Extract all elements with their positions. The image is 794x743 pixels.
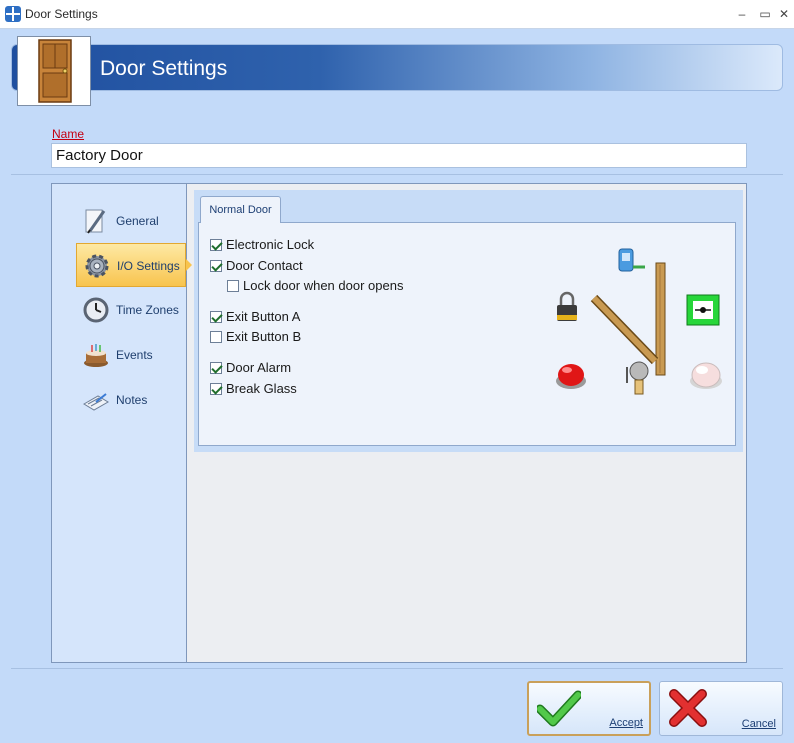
settings-panel: General I/O Settings Time Zones Events N…	[51, 183, 747, 663]
app-icon	[5, 6, 21, 22]
door-contact-sensor-icon	[618, 248, 645, 272]
name-label: Name	[52, 127, 85, 141]
checkbox-label: Break Glass	[226, 381, 297, 396]
name-input[interactable]	[51, 143, 747, 168]
door-icon	[17, 36, 91, 106]
checkbox-box	[227, 280, 239, 292]
cancel-button[interactable]: Cancel	[659, 681, 783, 736]
separator	[11, 668, 783, 669]
sidebar-item-general[interactable]: General	[76, 199, 186, 243]
clock-icon	[83, 297, 109, 323]
checkmark-icon	[537, 690, 581, 727]
tab-normal-door[interactable]: Normal Door	[200, 196, 281, 223]
checkbox-label: Door Alarm	[226, 360, 292, 375]
break-glass-button-icon	[690, 362, 722, 389]
sidebar-item-notes[interactable]: Notes	[76, 378, 186, 422]
checkbox-box	[210, 311, 222, 323]
door-open-leaf-icon	[590, 294, 659, 365]
window-title: Door Settings	[25, 7, 98, 21]
io-options-pane: Electronic Lock Door Contact Lock door w…	[198, 222, 736, 446]
cross-icon	[669, 689, 707, 727]
page-title: Door Settings	[100, 57, 228, 80]
accept-label: Accept	[609, 717, 643, 729]
sidebar: General I/O Settings Time Zones Events N…	[52, 184, 192, 662]
alarm-bell-icon	[626, 361, 649, 395]
checkbox-label: Exit Button A	[226, 309, 301, 324]
minimize-button[interactable]: –	[732, 4, 752, 24]
checkbox-label: Door Contact	[226, 258, 303, 273]
padlock-icon	[557, 291, 577, 321]
exit-button-green-icon	[686, 294, 720, 326]
checkbox-label: Lock door when door opens	[243, 278, 404, 293]
checkbox-box	[210, 383, 222, 395]
title-bar: Door Settings – ▭ ✕	[0, 0, 794, 29]
cake-icon	[84, 344, 108, 367]
sidebar-item-events[interactable]: Events	[76, 333, 186, 377]
sidebar-item-label: I/O Settings	[117, 259, 180, 273]
notepad-icon	[83, 393, 109, 411]
close-button[interactable]: ✕	[774, 4, 794, 24]
checkbox-box	[210, 260, 222, 272]
pencil-document-icon	[85, 209, 106, 234]
sidebar-item-time-zones[interactable]: Time Zones	[76, 288, 186, 332]
tab-container: Normal Door Electronic Lock Door Contact…	[194, 190, 743, 452]
checkbox-label: Exit Button B	[226, 329, 302, 344]
checkbox-box	[210, 362, 222, 374]
sidebar-item-label: Notes	[116, 393, 148, 407]
sidebar-item-label: Events	[116, 348, 153, 362]
checkbox-label: Electronic Lock	[226, 237, 315, 252]
door-io-diagram	[556, 248, 722, 395]
separator	[11, 174, 783, 175]
sidebar-item-io-settings[interactable]: I/O Settings	[76, 243, 192, 287]
cancel-label: Cancel	[741, 718, 776, 730]
accept-button[interactable]: Accept	[527, 681, 651, 736]
checkbox-box	[210, 331, 222, 343]
sidebar-item-label: Time Zones	[116, 303, 179, 317]
maximize-button[interactable]: ▭	[755, 4, 775, 24]
sidebar-item-label: General	[116, 214, 159, 228]
checkbox-box	[210, 239, 222, 251]
gear-icon	[85, 254, 109, 278]
red-alarm-button-icon	[556, 364, 586, 389]
